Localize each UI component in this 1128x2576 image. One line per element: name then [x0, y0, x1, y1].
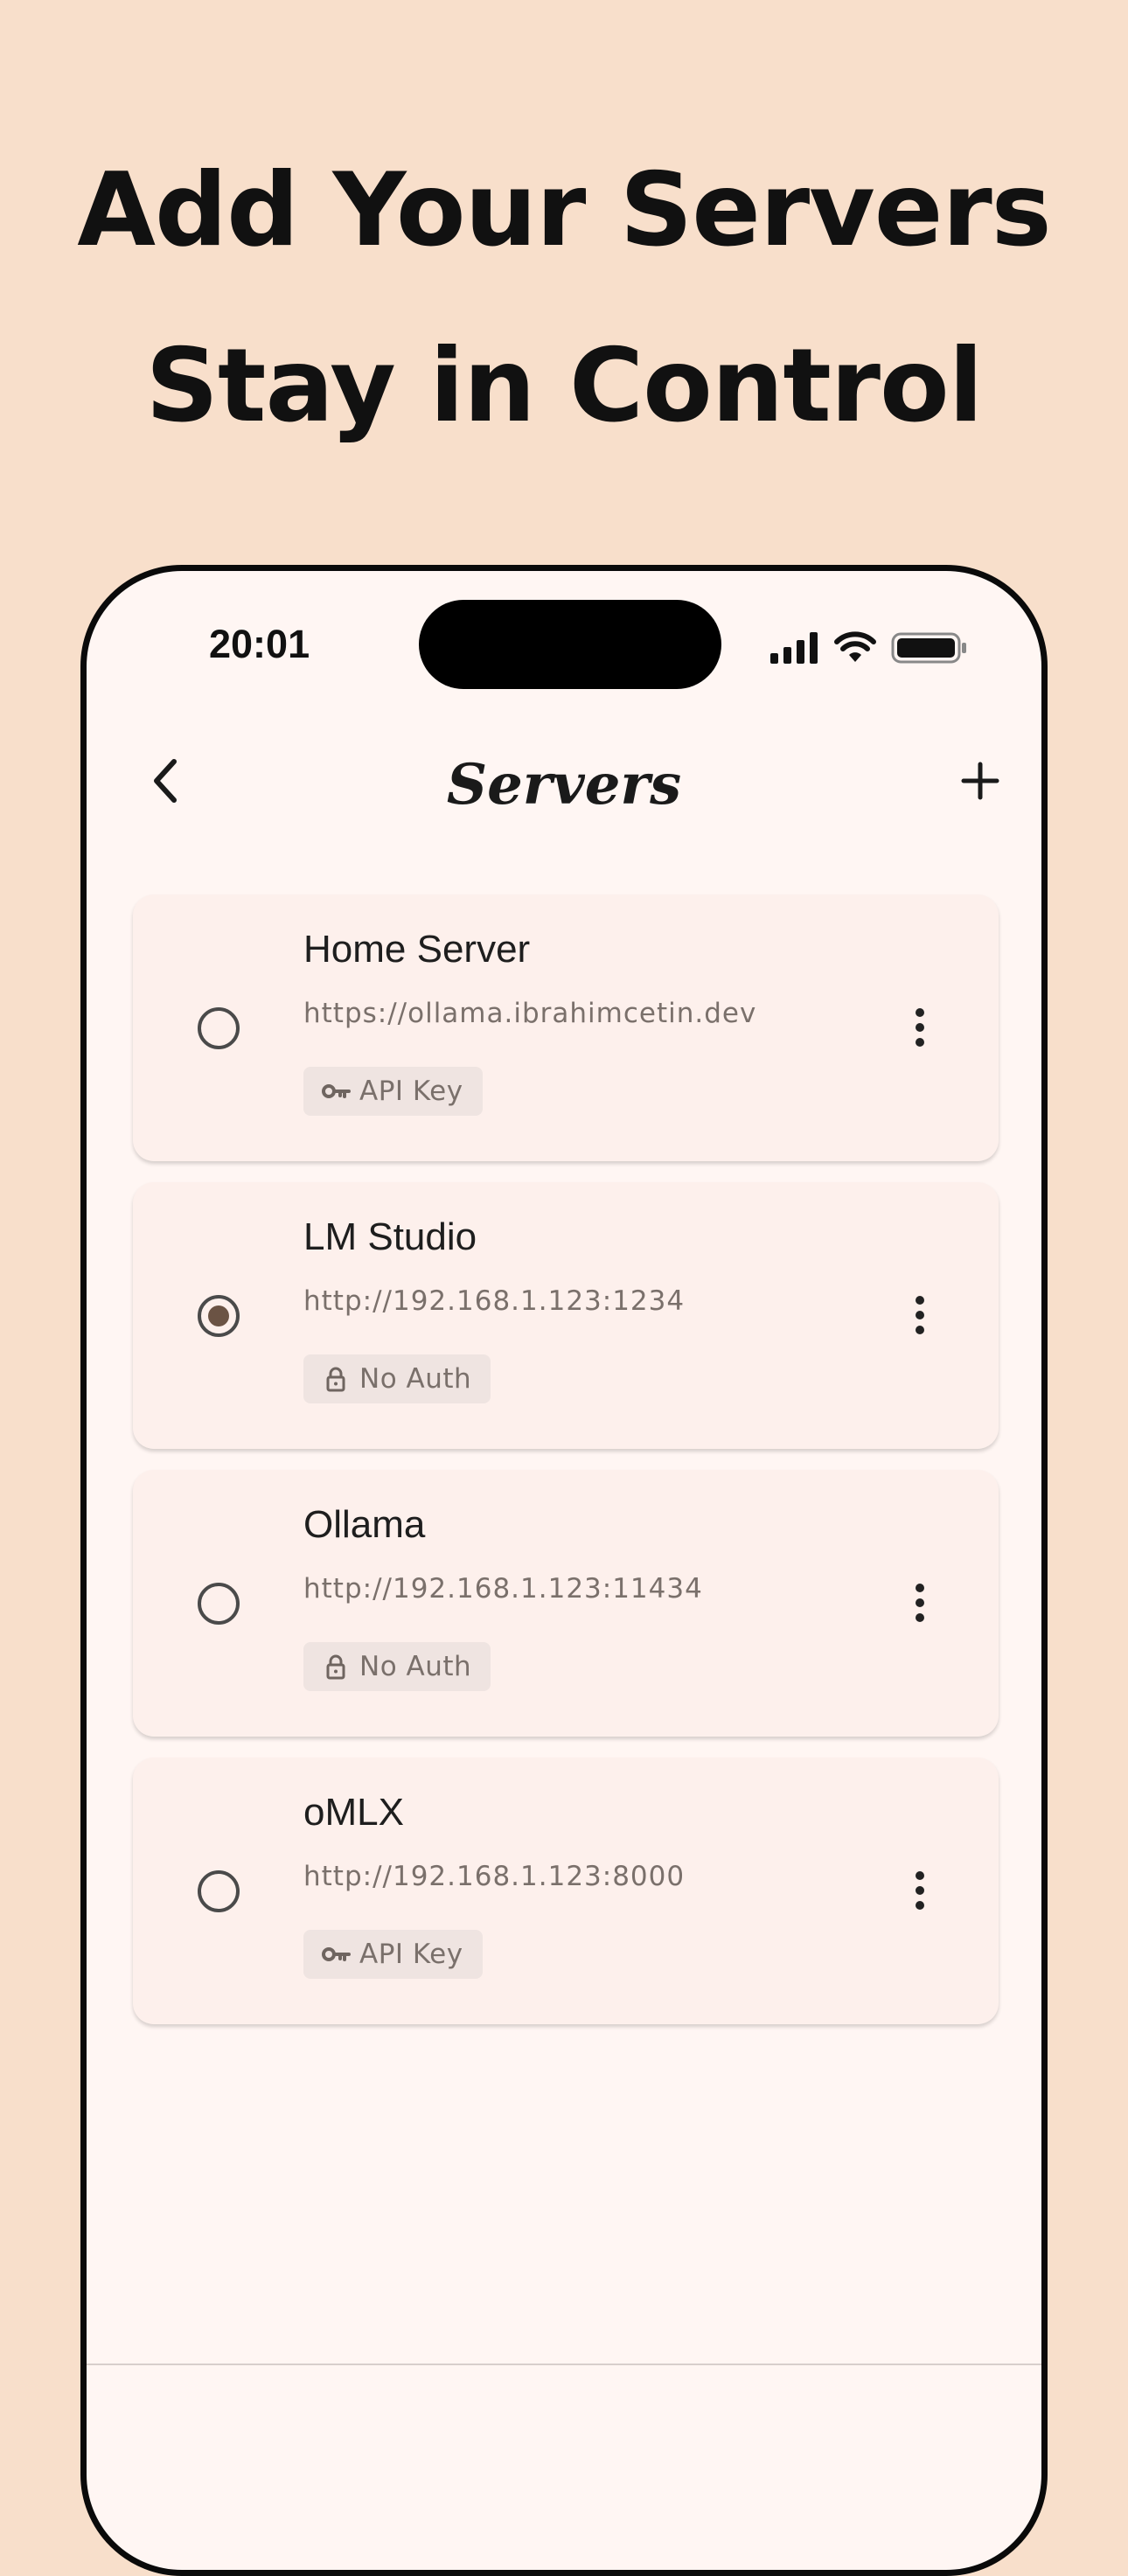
add-server-button[interactable] — [945, 746, 1015, 816]
server-url: http://192.168.1.123:11434 — [303, 1573, 703, 1605]
server-name: Home Server — [303, 928, 531, 971]
more-vertical-icon[interactable] — [894, 1001, 946, 1054]
server-card-2[interactable]: Ollama http://192.168.1.123:11434 No Aut… — [133, 1470, 999, 1737]
server-url: http://192.168.1.123:1234 — [303, 1285, 686, 1317]
phone-frame: 20:01 Servers Home Server https://ollama… — [80, 565, 1048, 2576]
auth-label: No Auth — [359, 1363, 472, 1395]
auth-label: No Auth — [359, 1651, 472, 1682]
bottom-divider — [87, 2364, 1041, 2365]
radio-button[interactable] — [196, 1581, 241, 1626]
plus-icon — [961, 762, 999, 800]
auth-badge: API Key — [303, 1930, 483, 1979]
key-icon — [322, 1084, 351, 1098]
server-name: LM Studio — [303, 1215, 477, 1258]
server-name: oMLX — [303, 1791, 404, 1834]
lock-icon — [326, 1654, 345, 1680]
server-card-3[interactable]: oMLX http://192.168.1.123:8000 API Key — [133, 1758, 999, 2024]
more-vertical-icon[interactable] — [894, 1864, 946, 1917]
more-vertical-icon[interactable] — [894, 1577, 946, 1629]
server-url: https://ollama.ibrahimcetin.dev — [303, 998, 757, 1029]
dynamic-island — [419, 600, 721, 689]
radio-button[interactable] — [196, 1869, 241, 1914]
more-vertical-icon[interactable] — [894, 1289, 946, 1341]
headline-line-1: Add Your Servers — [77, 151, 1051, 269]
wifi-icon — [834, 631, 876, 662]
server-name: Ollama — [303, 1503, 426, 1546]
server-url: http://192.168.1.123:8000 — [303, 1861, 686, 1892]
battery-icon — [891, 632, 966, 664]
key-icon — [322, 1947, 351, 1961]
lock-icon — [326, 1367, 345, 1392]
page-title: Servers — [446, 752, 682, 818]
server-card-0[interactable]: Home Server https://ollama.ibrahimcetin.… — [133, 895, 999, 1161]
auth-label: API Key — [359, 1939, 463, 1970]
status-time: 20:01 — [209, 622, 310, 666]
signal-icon — [770, 632, 818, 664]
auth-badge: No Auth — [303, 1642, 491, 1691]
server-card-1[interactable]: LM Studio http://192.168.1.123:1234 No A… — [133, 1182, 999, 1449]
status-icons — [769, 630, 970, 665]
auth-label: API Key — [359, 1076, 463, 1107]
auth-badge: API Key — [303, 1067, 483, 1116]
headline-line-2: Stay in Control — [145, 327, 984, 445]
auth-badge: No Auth — [303, 1354, 491, 1403]
radio-button[interactable] — [196, 1293, 241, 1339]
radio-button[interactable] — [196, 1006, 241, 1051]
